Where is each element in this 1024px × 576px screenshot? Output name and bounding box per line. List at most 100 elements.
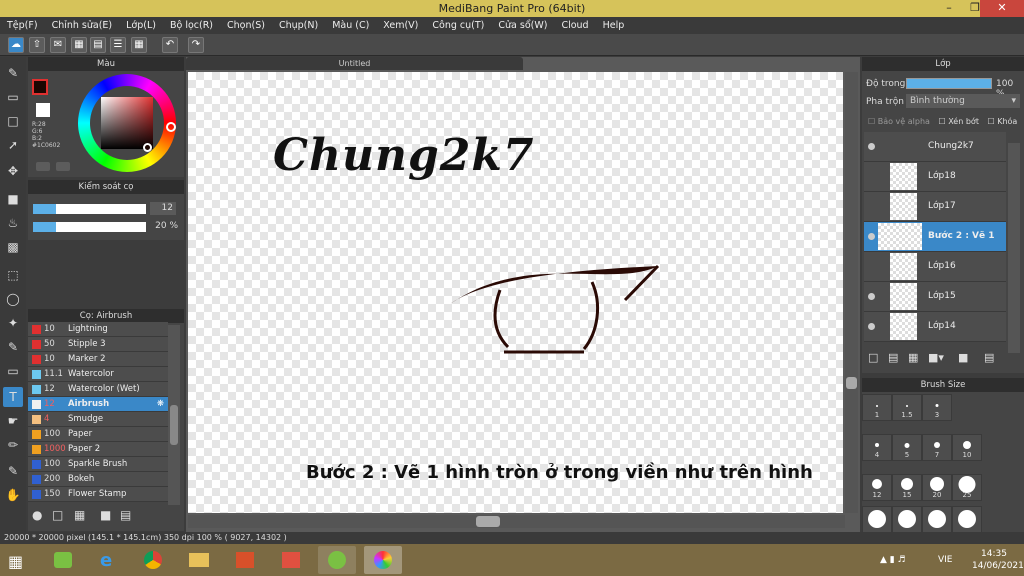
- menu-cloud[interactable]: Cloud: [554, 17, 595, 34]
- undo-icon[interactable]: ↶: [162, 37, 178, 53]
- layer-row-buoc-2[interactable]: Bước 2 : Vẽ 1: [864, 222, 1006, 252]
- layer-opacity-slider[interactable]: [906, 78, 992, 89]
- minimize-button[interactable]: –: [936, 0, 962, 17]
- brush-size-25[interactable]: 25: [952, 474, 982, 501]
- comment-icon[interactable]: ✉: [50, 37, 66, 53]
- menu-help[interactable]: Help: [596, 17, 632, 34]
- copy-brush-icon[interactable]: □: [52, 508, 63, 522]
- canvas-horizontal-scrollbar[interactable]: [188, 515, 845, 528]
- brush-item-paper[interactable]: 100 Paper: [28, 427, 168, 442]
- clip-checkbox[interactable]: ☐ Xén bớt: [938, 117, 978, 126]
- move-tool-icon[interactable]: ✥: [3, 161, 23, 181]
- menu-select[interactable]: Chọn(S): [220, 17, 272, 34]
- menu-edit[interactable]: Chỉnh sửa(E): [45, 17, 120, 34]
- layer-row-chung2k7[interactable]: Chung2k7: [864, 132, 1006, 162]
- document-icon[interactable]: ▤: [90, 37, 106, 53]
- list-icon[interactable]: ☰: [110, 37, 126, 53]
- grid-icon[interactable]: ▦: [131, 37, 147, 53]
- white-swatch[interactable]: [36, 103, 50, 117]
- brush-item-airbrush[interactable]: 12 Airbrush ❋: [28, 397, 168, 412]
- internet-explorer-icon[interactable]: e: [90, 546, 128, 574]
- lasso-icon[interactable]: ◯: [3, 289, 23, 309]
- menu-layer[interactable]: Lớp(L): [119, 17, 163, 34]
- eraser-tool-icon[interactable]: ▭: [3, 87, 23, 107]
- magic-wand-icon[interactable]: ✦: [3, 313, 23, 333]
- brush-item-sparkle[interactable]: 100 Sparkle Brush: [28, 457, 168, 472]
- eye-icon[interactable]: [868, 293, 875, 300]
- select-eraser-icon[interactable]: ▭: [3, 361, 23, 381]
- eye-icon[interactable]: [868, 323, 875, 330]
- new-layer-icon[interactable]: □: [868, 351, 878, 364]
- merge-layer-icon[interactable]: ▦: [908, 351, 918, 364]
- bluestacks-icon[interactable]: [44, 546, 82, 574]
- brush-item-paper-2[interactable]: 1000 Paper 2: [28, 442, 168, 457]
- hue-wheel[interactable]: [78, 74, 176, 172]
- layer-row-lop14[interactable]: Lớp14: [864, 312, 1006, 342]
- brush-folder-icon[interactable]: ■: [100, 508, 111, 522]
- menu-file[interactable]: Tệp(F): [0, 17, 45, 34]
- layer-row-lop15[interactable]: Lớp15: [864, 282, 1006, 312]
- tray-icons[interactable]: ▲ ▮ ♬: [880, 555, 906, 565]
- brush-opacity-slider[interactable]: [33, 222, 146, 232]
- lock-checkbox[interactable]: ☐ Khóa: [988, 117, 1018, 126]
- color-mode-button[interactable]: [36, 162, 50, 171]
- copy-layer-icon[interactable]: ▤: [888, 351, 898, 364]
- brush-item-watercolor-wet[interactable]: 12 Watercolor (Wet): [28, 382, 168, 397]
- line-tool-icon[interactable]: ➚: [3, 135, 23, 155]
- brush-size-large-1[interactable]: [862, 506, 892, 533]
- office-icon[interactable]: [226, 546, 264, 574]
- brush-item-marker-2[interactable]: 10 Marker 2: [28, 352, 168, 367]
- bucket-tool-icon[interactable]: ♨: [3, 213, 23, 233]
- eye-icon[interactable]: [868, 143, 875, 150]
- layer-row-lop16[interactable]: Lớp16: [864, 252, 1006, 282]
- brush-size-12[interactable]: 12: [862, 474, 892, 501]
- brush-size-15[interactable]: 15: [892, 474, 922, 501]
- layer-row-lop17[interactable]: Lớp17: [864, 192, 1006, 222]
- menu-window[interactable]: Cửa sổ(W): [491, 17, 554, 34]
- file-explorer-icon[interactable]: [180, 546, 218, 574]
- language-indicator[interactable]: VIE: [938, 555, 953, 565]
- brush-item-smudge[interactable]: 4 Smudge: [28, 412, 168, 427]
- rectangle-tool-icon[interactable]: □: [3, 111, 23, 131]
- windows-start-icon[interactable]: ▦: [8, 552, 23, 571]
- brush-size-7[interactable]: 7: [922, 434, 952, 461]
- brush-item-watercolor[interactable]: 11.1 Watercolor: [28, 367, 168, 382]
- close-button[interactable]: ✕: [980, 0, 1024, 17]
- brush-item-stipple-3[interactable]: 50 Stipple 3: [28, 337, 168, 352]
- menu-filter[interactable]: Bộ lọc(R): [163, 17, 220, 34]
- layer-folder-icon[interactable]: ■: [958, 351, 968, 364]
- tile-icon[interactable]: ▦: [71, 37, 87, 53]
- brush-menu-icon[interactable]: ▦: [74, 508, 85, 522]
- brush-size-large-3[interactable]: [922, 506, 952, 533]
- brush-size-slider[interactable]: [33, 204, 146, 214]
- brush-list-scrollbar[interactable]: [168, 325, 180, 505]
- canvas-tab[interactable]: Untitled: [186, 57, 523, 70]
- brush-size-5[interactable]: 5: [892, 434, 922, 461]
- recorder-icon[interactable]: [318, 546, 356, 574]
- blend-mode-select[interactable]: Bình thường ▾: [906, 94, 1020, 108]
- eyedropper-icon[interactable]: ✎: [3, 461, 23, 481]
- select-rect-icon[interactable]: ⬚: [3, 265, 23, 285]
- menu-snap[interactable]: Chụp(N): [272, 17, 325, 34]
- menu-view[interactable]: Xem(V): [376, 17, 425, 34]
- add-layer-menu-icon[interactable]: ■▾: [928, 351, 944, 364]
- fill-rect-tool-icon[interactable]: ■: [3, 189, 23, 209]
- cloud-icon[interactable]: ☁: [8, 37, 24, 53]
- foreground-color-swatch[interactable]: [32, 79, 48, 95]
- share-icon[interactable]: ⇧: [29, 37, 45, 53]
- gradient-tool-icon[interactable]: ▩: [3, 237, 23, 257]
- eye-icon[interactable]: [868, 233, 875, 240]
- redo-icon[interactable]: ↷: [188, 37, 204, 53]
- brush-size-large-4[interactable]: [952, 506, 982, 533]
- medibang-taskbar-icon[interactable]: [364, 546, 402, 574]
- brush-item-flower-stamp[interactable]: 150 Flower Stamp: [28, 487, 168, 502]
- brush-size-large-2[interactable]: [892, 506, 922, 533]
- chrome-icon[interactable]: [134, 546, 172, 574]
- operation-tool-icon[interactable]: ☛: [3, 411, 23, 431]
- color-option-button[interactable]: [56, 162, 70, 171]
- menu-color[interactable]: Màu (C): [325, 17, 376, 34]
- brush-duplicate-icon[interactable]: ▤: [120, 508, 131, 522]
- app-icon[interactable]: [272, 546, 310, 574]
- menu-tools[interactable]: Công cụ(T): [425, 17, 491, 34]
- protect-alpha-checkbox[interactable]: ☐ Bảo vệ alpha: [868, 117, 930, 126]
